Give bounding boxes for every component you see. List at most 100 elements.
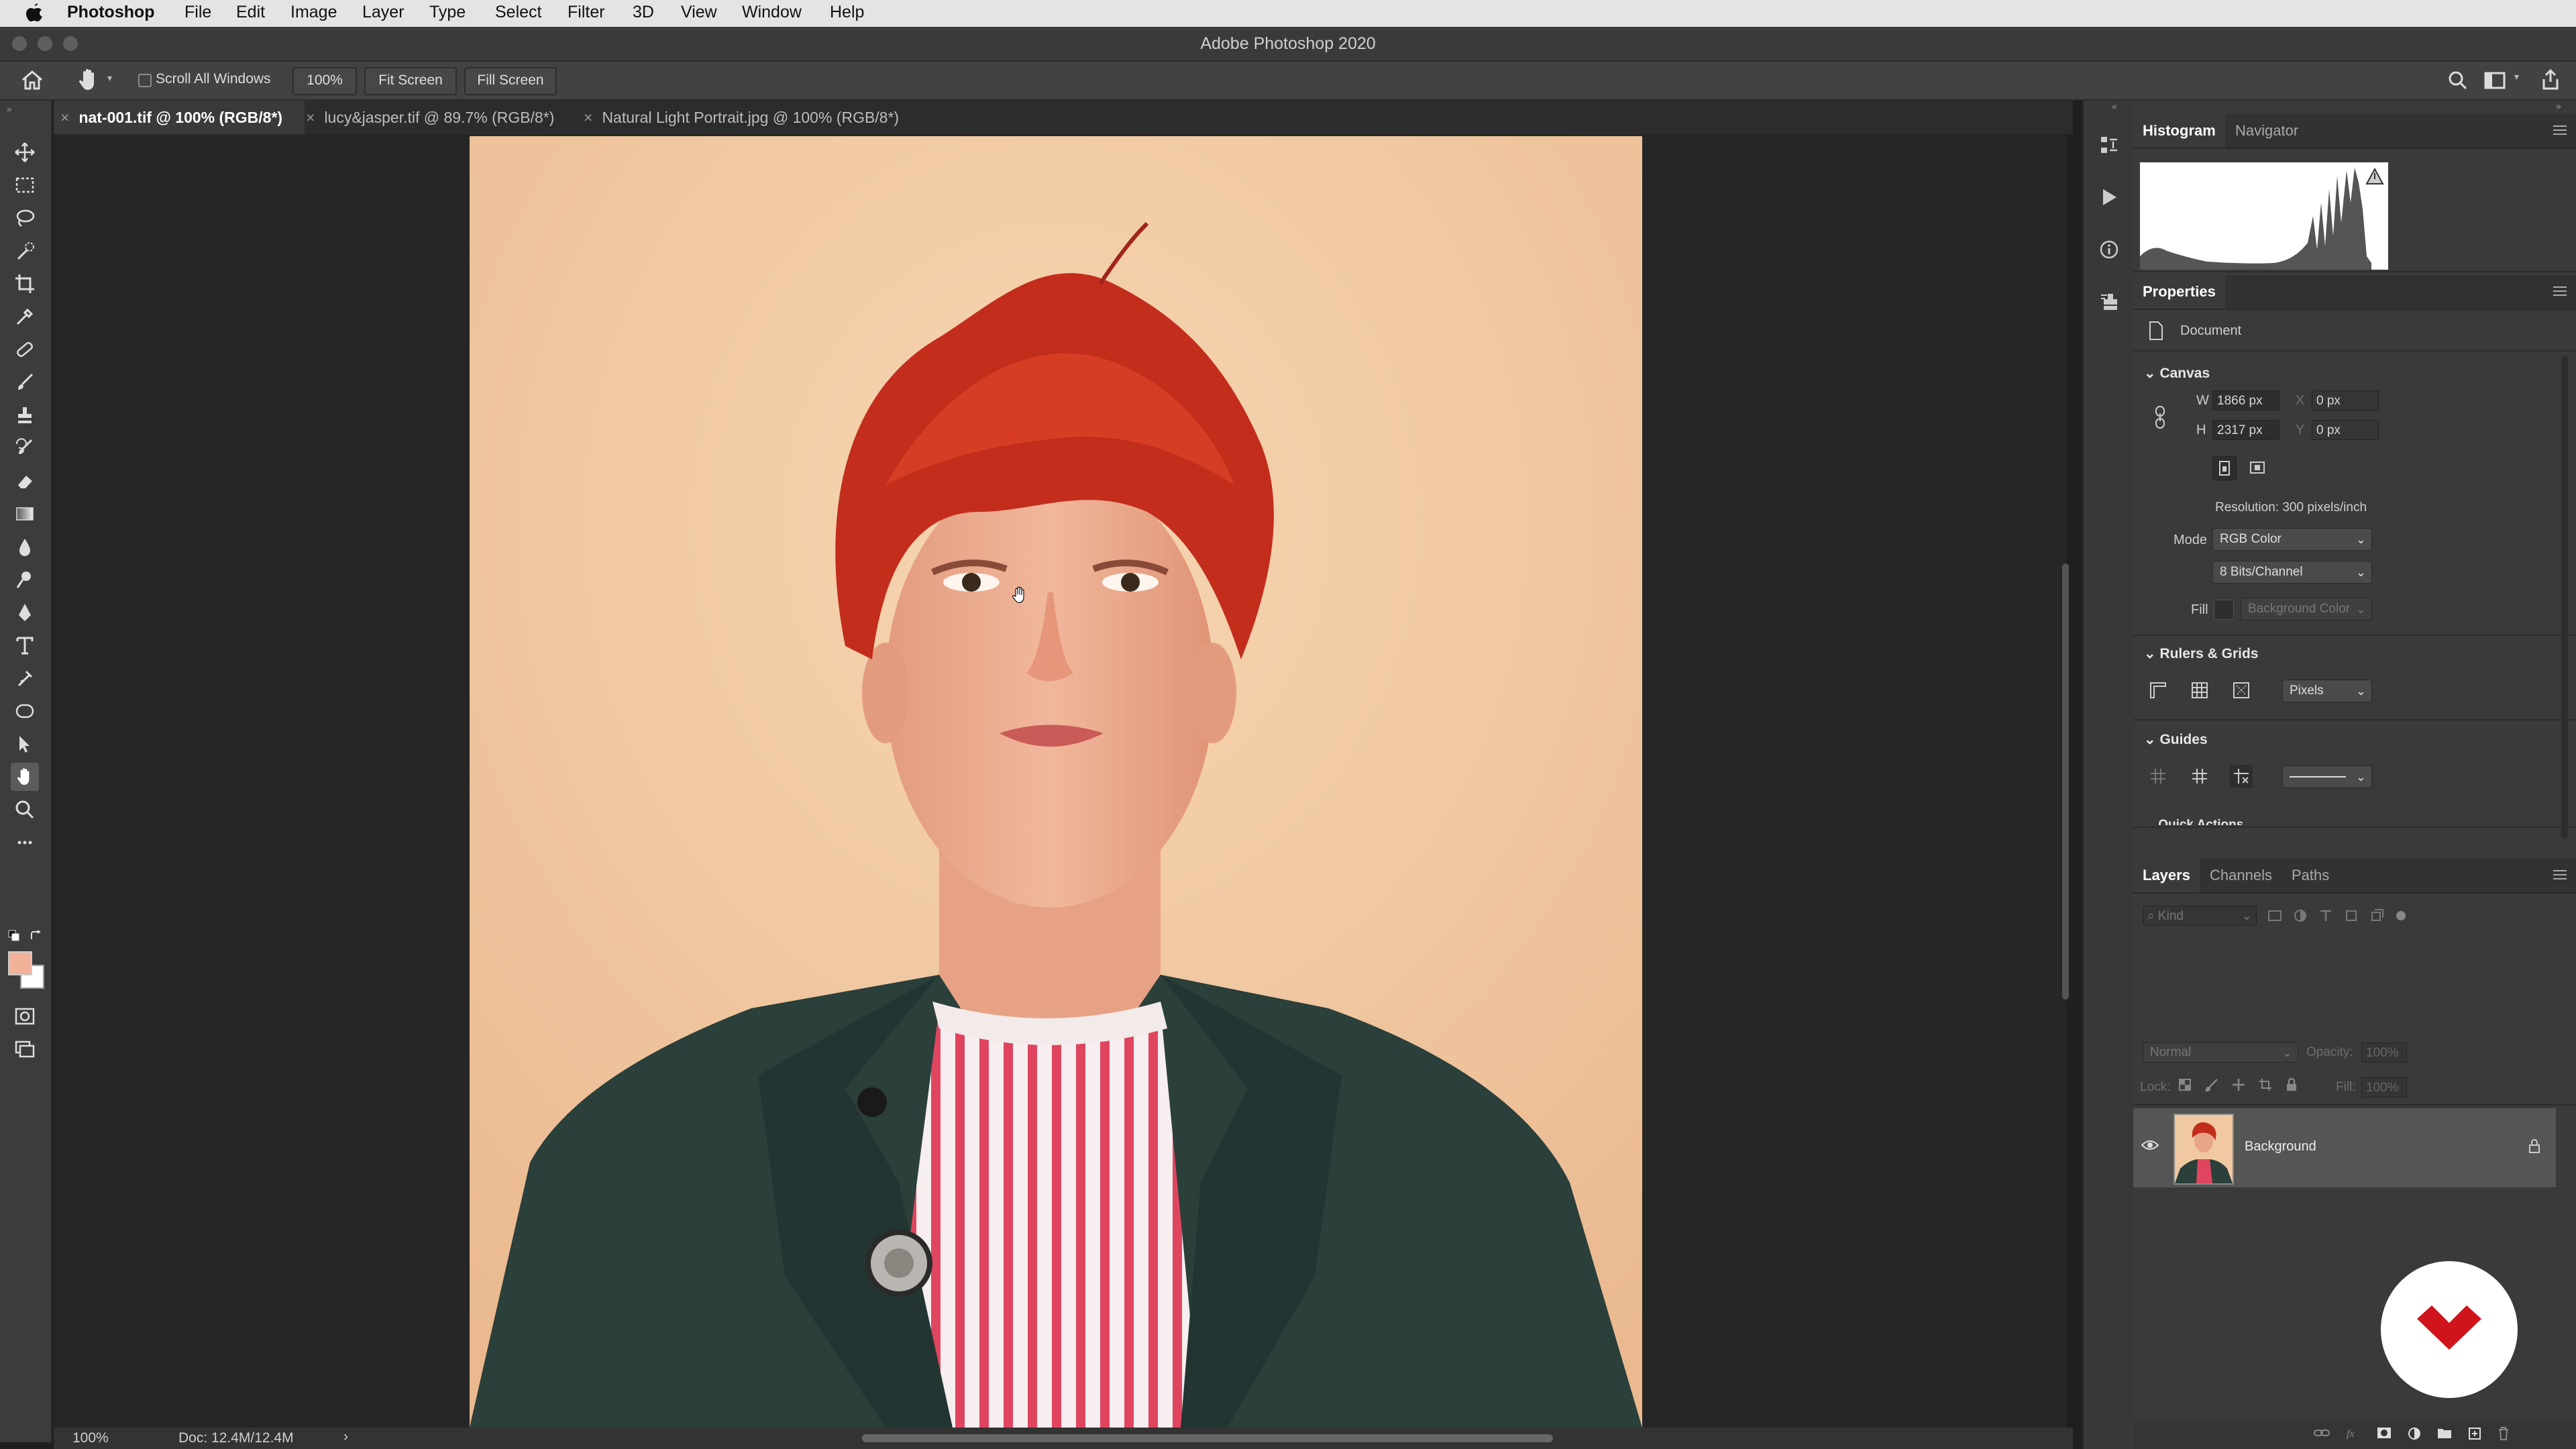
foreground-color-swatch[interactable] <box>8 951 32 975</box>
collapse-dock-icon[interactable]: » <box>2556 101 2561 111</box>
workspace-icon[interactable] <box>2483 70 2506 91</box>
tab-navigator[interactable]: Navigator <box>2235 114 2298 148</box>
dodge-tool-icon[interactable] <box>11 566 39 594</box>
scroll-all-windows-checkbox[interactable] <box>138 74 152 87</box>
zoom-tool-icon[interactable] <box>11 796 39 824</box>
history-brush-tool-icon[interactable] <box>11 434 39 462</box>
new-guides-from-shape-icon[interactable] <box>2230 765 2253 788</box>
guides-icon[interactable] <box>2147 765 2169 788</box>
apple-icon[interactable] <box>25 2 43 22</box>
crop-tool-icon[interactable] <box>11 270 39 298</box>
healing-brush-tool-icon[interactable] <box>11 335 39 364</box>
history-panel-icon[interactable] <box>2096 131 2123 158</box>
document-tab-active[interactable]: × nat-001.tif @ 100% (RGB/8*) <box>54 101 305 134</box>
smart-object-filter-icon[interactable] <box>2369 908 2384 923</box>
search-icon[interactable] <box>2447 70 2469 91</box>
adjustment-layer-icon[interactable] <box>2407 1426 2422 1441</box>
move-tool-icon[interactable] <box>11 138 39 166</box>
properties-scrollbar[interactable] <box>2561 356 2568 839</box>
actions-play-icon[interactable] <box>2096 184 2123 211</box>
blur-tool-icon[interactable] <box>11 533 39 561</box>
tab-channels[interactable]: Channels <box>2210 859 2272 892</box>
fit-screen-button[interactable]: Fit Screen <box>364 67 457 95</box>
status-zoom[interactable]: 100% <box>72 1430 109 1446</box>
tab-layers[interactable]: Layers <box>2133 859 2200 892</box>
document-canvas-image[interactable] <box>470 136 1642 1428</box>
tab-paths[interactable]: Paths <box>2292 859 2329 892</box>
pixel-filter-icon[interactable] <box>2267 908 2282 923</box>
new-guide-layout-icon[interactable] <box>2188 765 2211 788</box>
type-filter-icon[interactable] <box>2318 908 2333 923</box>
menu-window[interactable]: Window <box>742 3 802 22</box>
hand-tool-icon[interactable] <box>11 763 39 791</box>
horizontal-scrollbar[interactable] <box>862 1434 1553 1442</box>
layer-style-fx-icon[interactable]: fx <box>2345 1426 2361 1441</box>
share-icon[interactable] <box>2540 68 2561 91</box>
hand-tool-preset-icon[interactable] <box>75 67 102 93</box>
layer-lock-icon[interactable] <box>2528 1138 2541 1154</box>
vertical-scrollbar[interactable] <box>2062 564 2069 1000</box>
workspace-chevron-icon[interactable]: ▾ <box>2514 71 2519 83</box>
lock-transparency-icon[interactable] <box>2178 1077 2192 1092</box>
menu-edit[interactable]: Edit <box>236 3 265 22</box>
path-selection-tool-icon[interactable] <box>11 664 39 692</box>
document-tab[interactable]: × Natural Light Portrait.jpg @ 100% (RGB/… <box>584 101 1000 134</box>
menu-select[interactable]: Select <box>495 3 541 22</box>
fill-dropdown[interactable]: Background Color ⌄ <box>2241 598 2372 621</box>
grid-icon[interactable] <box>2188 679 2211 702</box>
quick-actions-section-header[interactable]: ⌄ Quick Actions <box>2144 817 2243 825</box>
y-field[interactable]: 0 px <box>2312 420 2379 440</box>
lock-pixels-icon[interactable] <box>2204 1077 2219 1092</box>
opacity-field[interactable]: 100% <box>2361 1042 2407 1063</box>
layer-kind-filter[interactable]: ⌕ Kind ⌄ <box>2143 906 2257 926</box>
menu-view[interactable]: View <box>681 3 717 22</box>
filter-toggle-icon[interactable] <box>2395 910 2407 922</box>
close-tab-icon[interactable]: × <box>306 109 315 126</box>
menu-app-photoshop[interactable]: Photoshop <box>67 3 155 22</box>
lock-artboard-icon[interactable] <box>2258 1077 2273 1092</box>
guide-style-dropdown[interactable]: ⌄ <box>2282 765 2372 788</box>
direct-selection-tool-icon[interactable] <box>11 730 39 758</box>
collapse-toolbar-icon[interactable]: » <box>7 103 12 114</box>
collapse-strip-icon[interactable]: « <box>2112 101 2117 111</box>
menu-layer[interactable]: Layer <box>362 3 405 22</box>
fill-opacity-field[interactable]: 100% <box>2361 1077 2407 1097</box>
fill-color-swatch[interactable] <box>2214 600 2234 620</box>
new-group-folder-icon[interactable] <box>2436 1426 2453 1441</box>
shape-tool-icon[interactable] <box>11 697 39 725</box>
menu-help[interactable]: Help <box>830 3 864 22</box>
eyedropper-tool-icon[interactable] <box>11 303 39 331</box>
close-tab-icon[interactable]: × <box>60 109 69 126</box>
clone-stamp-tool-icon[interactable] <box>11 401 39 429</box>
ruler-units-dropdown[interactable]: Pixels ⌄ <box>2282 680 2372 702</box>
ruler-icon[interactable] <box>2147 679 2169 702</box>
panel-menu-icon[interactable] <box>2553 286 2567 296</box>
menu-file[interactable]: File <box>184 3 211 22</box>
delete-layer-trash-icon[interactable] <box>2497 1426 2510 1441</box>
menu-image[interactable]: Image <box>290 3 337 22</box>
eye-visibility-icon[interactable] <box>2141 1139 2159 1151</box>
pen-tool-icon[interactable] <box>11 598 39 627</box>
marquee-tool-icon[interactable] <box>11 171 39 199</box>
info-panel-icon[interactable] <box>2096 236 2123 263</box>
close-tab-icon[interactable]: × <box>584 109 592 126</box>
quick-mask-icon[interactable] <box>11 1002 39 1030</box>
canvas-section-header[interactable]: ⌄ Canvas <box>2144 365 2210 382</box>
rulers-grids-section-header[interactable]: ⌄ Rulers & Grids <box>2144 645 2258 662</box>
blend-mode-dropdown[interactable]: Normal ⌄ <box>2143 1042 2298 1063</box>
gradient-tool-icon[interactable] <box>11 500 39 528</box>
tab-histogram[interactable]: Histogram <box>2133 114 2225 148</box>
add-mask-icon[interactable] <box>2376 1426 2392 1441</box>
status-arrow-icon[interactable]: › <box>343 1429 348 1445</box>
menu-filter[interactable]: Filter <box>568 3 605 22</box>
pixel-grid-icon[interactable] <box>2230 679 2253 702</box>
x-field[interactable]: 0 px <box>2312 390 2379 411</box>
brush-tool-icon[interactable] <box>11 368 39 396</box>
bit-depth-dropdown[interactable]: 8 Bits/Channel ⌄ <box>2212 561 2372 584</box>
link-layers-icon[interactable] <box>2313 1426 2330 1441</box>
link-dimensions-icon[interactable] <box>2153 405 2167 429</box>
home-icon[interactable] <box>20 68 44 91</box>
chevron-down-icon[interactable]: ▾ <box>107 72 112 84</box>
color-mode-dropdown[interactable]: RGB Color ⌄ <box>2212 528 2372 551</box>
properties-panel-icon[interactable] <box>2096 288 2123 315</box>
